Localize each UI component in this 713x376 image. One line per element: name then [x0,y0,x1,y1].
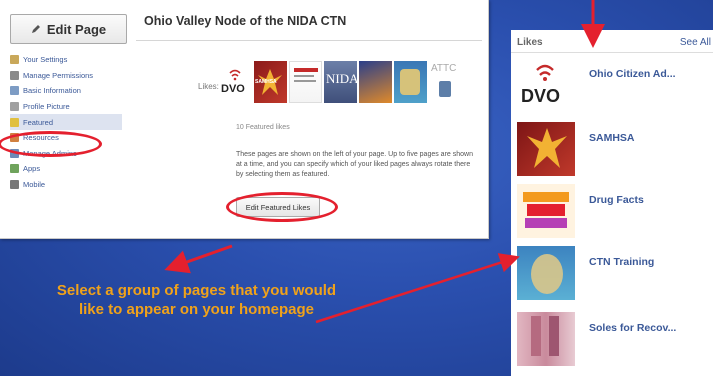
mobile-icon [10,180,19,190]
likes-header: Likes See All [511,30,713,53]
drug-facts-icon [523,192,569,228]
like-item-drug-facts[interactable]: Drug Facts [517,184,713,238]
text-stripe [294,75,314,77]
edit-page-button[interactable]: Edit Page [10,14,127,44]
nav-item-your-settings[interactable]: Your Settings [10,52,122,68]
see-all-link[interactable]: See All [680,37,711,48]
drug-facts-logo [517,184,575,238]
thumbnail-dvo[interactable]: DVO [219,61,252,103]
nav-label: Apps [23,164,41,174]
nav-label: Manage Permissions [23,70,94,80]
soles-for-recovery-logo [517,312,575,366]
figure-shape [400,69,420,95]
nav-item-featured[interactable]: Featured [10,114,122,130]
dvo-logo-icon [229,69,241,81]
featured-thumbnails: DVO SAMHSA NIDA ATTC [219,61,462,103]
admin-nav: Your Settings Manage Permissions Basic I… [10,52,122,192]
nav-item-manage-permissions[interactable]: Manage Permissions [10,68,122,84]
samhsa-figure-icon [527,128,567,168]
nav-item-basic-information[interactable]: Basic Information [10,83,122,99]
nav-item-profile-picture[interactable]: Profile Picture [10,99,122,115]
ohio-citizen-logo: DVO [517,58,575,112]
thumbnail-samhsa[interactable]: SAMHSA [254,61,287,103]
thumbnail-label: NIDA [326,71,357,86]
ctn-training-logo [517,246,575,300]
svg-text:DVO: DVO [521,86,560,106]
like-item-samhsa[interactable]: SAMHSA [517,122,713,176]
like-item-soles-for-recovery[interactable]: Soles for Recov... [517,312,713,366]
nav-item-mobile[interactable]: Mobile [10,177,122,193]
thumbnail-6[interactable] [394,61,427,103]
attc-logo-icon [439,81,451,97]
thumbnail-label: SAMHSA [255,79,277,85]
likes-panel: Likes See All DVO Ohio Citizen Ad... SAM… [511,30,713,376]
caption-line-1: Select a group of pages that you would [56,282,337,299]
like-item-ohio-citizen[interactable]: DVO Ohio Citizen Ad... [517,58,713,112]
settings-icon [10,55,19,65]
picture-icon [10,102,19,112]
likes-title: Likes [517,37,543,48]
dvo-logo-icon: DVO [521,64,560,106]
nav-label: Featured [23,117,54,127]
divider [136,40,482,41]
nav-label: Profile Picture [23,102,70,112]
thumbnail-5[interactable] [359,61,392,103]
ctn-figure-icon [531,254,563,294]
pencil-icon [31,25,40,33]
page-title: Ohio Valley Node of the NIDA CTN [144,14,347,28]
nav-label: Your Settings [23,55,68,65]
like-name[interactable]: Ohio Citizen Ad... [589,68,676,80]
arrow-to-edit-featured-likes [164,244,233,274]
info-icon [10,86,19,96]
featured-highlight-oval [0,131,102,157]
thumbnail-label: DVO [221,83,245,95]
thumbnail-attc[interactable]: ATTC [429,61,462,103]
shoe-icon [531,316,559,356]
thumbnail-3[interactable] [289,61,322,103]
samhsa-logo [517,122,575,176]
instruction-caption: Select a group of pages that you would l… [0,281,393,319]
star-icon [10,117,19,127]
permissions-icon [10,70,19,80]
thumbnail-label: ATTC [431,63,457,74]
text-stripe [294,68,318,72]
featured-count: 10 Featured likes [236,124,290,131]
like-name[interactable]: Drug Facts [589,194,644,206]
edit-likes-highlight-oval [226,192,338,222]
nav-label: Basic Information [23,86,81,96]
nav-label: Mobile [23,180,46,190]
like-name[interactable]: Soles for Recov... [589,322,676,334]
like-name[interactable]: CTN Training [589,256,654,268]
apps-icon [10,164,19,174]
like-name[interactable]: SAMHSA [589,132,635,144]
edit-page-label: Edit Page [46,21,107,37]
nav-item-apps[interactable]: Apps [10,161,122,177]
featured-description: These pages are shown on the left of you… [236,151,473,178]
likes-label: Likes: [198,82,219,91]
caption-line-2: like to appear on your homepage [78,301,315,318]
like-item-ctn-training[interactable]: CTN Training [517,246,713,300]
text-stripe [294,80,316,82]
admin-panel-screenshot: Edit Page Your Settings Manage Permissio… [0,0,489,239]
thumbnail-nida[interactable]: NIDA [324,61,357,103]
